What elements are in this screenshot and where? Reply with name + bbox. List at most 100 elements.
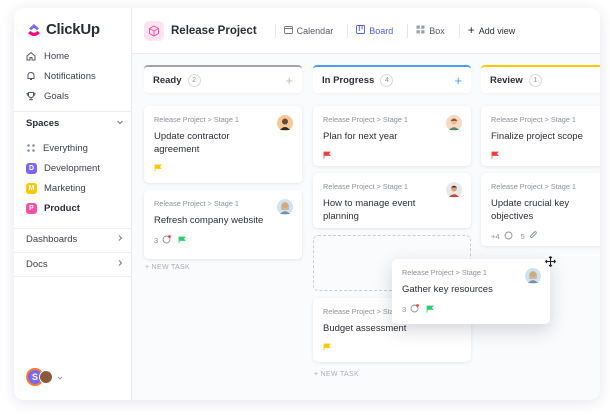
comment-icon[interactable] xyxy=(504,231,513,242)
add-task-icon[interactable]: + xyxy=(285,73,293,88)
tab-label: Calendar xyxy=(296,25,334,36)
task-meta xyxy=(154,164,292,174)
sidebar-item-goals[interactable]: Goals xyxy=(26,86,96,106)
task-breadcrumb: Release Project > Stage 1 xyxy=(402,268,487,277)
new-task-button[interactable]: + NEW TASK xyxy=(314,371,359,378)
task-breadcrumb: Release Project > Stage 1 xyxy=(491,115,576,124)
paperclip-icon[interactable] xyxy=(529,231,538,242)
box-icon xyxy=(416,25,425,36)
sidebar-item-notifications[interactable]: Notifications xyxy=(26,66,96,86)
subtask-count: +4 xyxy=(491,232,500,241)
priority-flag-icon[interactable] xyxy=(323,151,331,161)
clickup-logo-icon xyxy=(28,23,40,36)
sidebar-nav: Home Notifications Goals xyxy=(26,46,96,106)
app-window: ClickUp Home Notifications Goals Spaces … xyxy=(14,8,600,400)
column-review: Review 1 xyxy=(481,65,600,93)
assignee-avatar[interactable] xyxy=(277,115,293,131)
sidebar-item-home[interactable]: Home xyxy=(26,46,96,66)
tab-calendar[interactable]: Calendar xyxy=(283,25,334,36)
priority-flag-icon[interactable] xyxy=(426,305,435,315)
add-task-icon[interactable]: + xyxy=(454,73,462,88)
column-title: Ready xyxy=(153,74,182,86)
task-breadcrumb: Release Project > Stage 1 xyxy=(491,182,576,191)
sidebar-item-label: Notifications xyxy=(44,70,96,82)
assignee-avatar[interactable] xyxy=(277,199,293,215)
sidebar-item-label: Development xyxy=(44,162,100,174)
attachment-count: 5 xyxy=(520,232,525,241)
header-divider xyxy=(347,23,349,38)
header-divider xyxy=(274,23,276,38)
tab-box[interactable]: Box xyxy=(416,25,445,36)
sidebar-item-development[interactable]: D Development xyxy=(26,158,100,178)
column-count: 4 xyxy=(380,73,394,87)
avatar xyxy=(39,370,53,384)
sidebar-item-marketing[interactable]: M Marketing xyxy=(26,178,100,198)
header-divider xyxy=(407,23,409,38)
board-icon xyxy=(356,25,366,36)
space-avatar: M xyxy=(26,182,37,194)
task-breadcrumb: Release Project > Stage 1 xyxy=(154,199,239,208)
task-breadcrumb: Release Project > Stage 1 xyxy=(323,182,408,191)
chevron-down-icon xyxy=(57,368,63,386)
sidebar-item-label: Goals xyxy=(44,90,69,102)
task-title: Update contractor agreement xyxy=(154,131,230,155)
plus-icon: + xyxy=(467,23,475,37)
priority-flag-icon[interactable] xyxy=(178,236,187,246)
tab-board[interactable]: Board xyxy=(356,25,393,36)
task-title: Finalize project scope xyxy=(491,131,583,142)
task-card[interactable]: Release Project > Stage 1 Refresh compan… xyxy=(144,190,302,259)
task-card[interactable]: Release Project > Stage 1 Update contrac… xyxy=(144,106,302,183)
task-title: How to manage event planning xyxy=(323,198,416,222)
task-meta: 3 xyxy=(402,304,540,315)
task-card[interactable]: Release Project > Stage 1 Plan for next … xyxy=(313,106,471,166)
space-avatar: D xyxy=(26,162,37,174)
task-title: Gather key resources xyxy=(402,284,493,295)
chevron-right-icon xyxy=(116,259,124,270)
sidebar-item-label: Marketing xyxy=(44,182,86,194)
task-title: Refresh company website xyxy=(154,215,264,226)
task-breadcrumb: Release Project > Stage 1 xyxy=(154,115,239,124)
dragging-task-card[interactable]: Release Project > Stage 1 Gather key res… xyxy=(392,259,550,324)
sidebar-divider xyxy=(14,228,132,229)
logo-text: ClickUp xyxy=(46,21,100,38)
sidebar-item-label: Product xyxy=(44,202,80,214)
grid-icon xyxy=(26,143,36,153)
move-cursor-icon xyxy=(545,254,556,272)
clickup-logo[interactable]: ClickUp xyxy=(26,21,100,38)
comment-icon[interactable] xyxy=(162,235,172,246)
sidebar: ClickUp Home Notifications Goals Spaces … xyxy=(14,8,132,400)
sidebar-item-docs[interactable]: Docs xyxy=(26,259,124,270)
sidebar-item-label: Docs xyxy=(26,259,48,270)
bell-icon xyxy=(26,71,36,81)
task-card[interactable]: Release Project > Stage 1 Update crucial… xyxy=(481,173,600,246)
sidebar-item-dashboards[interactable]: Dashboards xyxy=(26,234,124,245)
new-task-button[interactable]: + NEW TASK xyxy=(145,264,190,271)
comment-icon[interactable] xyxy=(410,304,420,315)
column-count: 2 xyxy=(187,73,201,87)
sidebar-item-product[interactable]: P Product xyxy=(26,198,100,218)
priority-flag-icon[interactable] xyxy=(491,151,499,161)
column-header: Ready 2 + xyxy=(144,65,302,93)
assignee-avatar[interactable] xyxy=(525,268,541,284)
task-meta: 3 xyxy=(154,235,292,246)
task-card[interactable]: Release Project > Stage 1 Finalize proje… xyxy=(481,106,600,166)
add-view-button[interactable]: + Add view xyxy=(467,23,516,37)
task-meta xyxy=(323,151,461,161)
spaces-header[interactable]: Spaces xyxy=(26,118,124,129)
task-card[interactable]: Release Project > Stage 1 How to manage … xyxy=(313,173,471,228)
space-avatar: P xyxy=(26,202,37,214)
sidebar-divider xyxy=(14,276,132,277)
comment-count: 3 xyxy=(154,236,159,245)
priority-flag-icon[interactable] xyxy=(323,343,331,353)
sidebar-item-everything[interactable]: Everything xyxy=(26,138,100,158)
comment-count: 3 xyxy=(402,305,407,314)
chevron-right-icon xyxy=(116,234,124,245)
project-icon xyxy=(144,20,164,41)
user-menu[interactable]: S xyxy=(26,368,63,386)
page-title: Release Project xyxy=(171,24,257,37)
priority-flag-icon[interactable] xyxy=(154,164,162,174)
trophy-icon xyxy=(26,91,36,101)
assignee-avatar[interactable] xyxy=(446,182,462,198)
chevron-down-icon[interactable] xyxy=(116,118,124,129)
assignee-avatar[interactable] xyxy=(446,115,462,131)
